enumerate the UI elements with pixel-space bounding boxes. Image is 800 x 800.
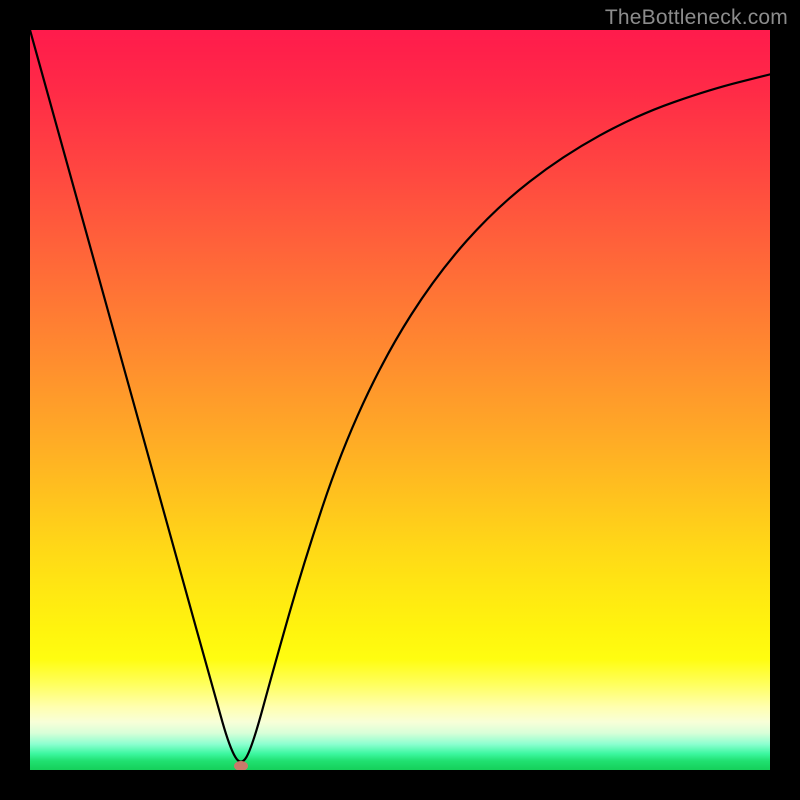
optimum-marker	[234, 761, 248, 770]
watermark-label: TheBottleneck.com	[605, 6, 788, 30]
bottleneck-curve	[30, 30, 770, 770]
chart-frame: TheBottleneck.com	[0, 0, 800, 800]
plot-area	[30, 30, 770, 770]
